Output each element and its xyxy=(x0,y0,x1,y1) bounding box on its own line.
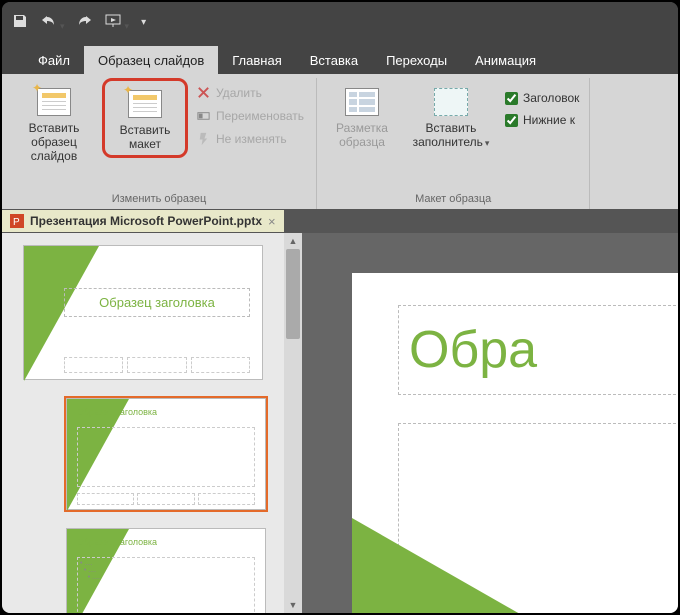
thumbnails-list[interactable]: Образец заголовка Образец заголовка Обра… xyxy=(2,233,284,613)
insert-layout-button[interactable]: ✦ Вставить макет xyxy=(106,82,184,154)
document-tab-bar: P Презентация Microsoft PowerPoint.pptx … xyxy=(2,209,678,233)
tab-insert[interactable]: Вставка xyxy=(296,46,372,74)
ribbon-tabs: Файл Образец слайдов Главная Вставка Пер… xyxy=(2,42,678,74)
present-from-start-icon[interactable]: ▾ xyxy=(105,13,130,32)
chevron-down-icon: ▾ xyxy=(485,138,490,148)
workspace: Образец заголовка Образец заголовка Обра… xyxy=(2,233,678,613)
tab-file[interactable]: Файл xyxy=(24,46,84,74)
scroll-down-icon[interactable]: ▼ xyxy=(284,597,302,613)
watermark: Public-PC.com xyxy=(554,584,664,605)
powerpoint-file-icon: P xyxy=(10,214,24,228)
tab-transitions[interactable]: Переходы xyxy=(372,46,461,74)
document-tab[interactable]: P Презентация Microsoft PowerPoint.pptx … xyxy=(2,210,284,232)
rename-label: Переименовать xyxy=(216,109,304,123)
delete-button[interactable]: Удалить xyxy=(190,82,310,103)
master-title-placeholder: Образец заголовка xyxy=(64,288,250,317)
footers-checkbox[interactable] xyxy=(505,114,518,127)
title-checkbox[interactable] xyxy=(505,92,518,105)
insert-placeholder-label: Вставить заполнитель▾ xyxy=(413,120,490,150)
tab-animations[interactable]: Анимация xyxy=(461,46,550,74)
insert-layout-label: Вставить макет xyxy=(120,122,171,152)
insert-placeholder-button[interactable]: Вставить заполнитель▾ xyxy=(403,80,499,152)
slide-title-placeholder[interactable]: Обра xyxy=(398,305,678,395)
master-layout-icon xyxy=(345,88,379,116)
undo-icon[interactable]: ▾ xyxy=(40,13,65,32)
tab-slide-master[interactable]: Образец слайдов xyxy=(84,46,218,74)
document-filename: Презентация Microsoft PowerPoint.pptx xyxy=(30,214,262,228)
close-document-icon[interactable]: × xyxy=(268,214,276,229)
delete-icon xyxy=(196,85,211,100)
master-slide-thumbnail[interactable]: Образец заголовка xyxy=(23,245,263,380)
tab-home[interactable]: Главная xyxy=(218,46,295,74)
group-edit-master: ✦ Вставить образец слайдов ✦ Вставить ма… xyxy=(2,78,317,209)
qat-more-icon[interactable]: ▾ xyxy=(141,17,146,28)
editing-slide[interactable]: Обра xyxy=(352,273,678,613)
layout-title-text: Образец заголовка xyxy=(77,537,157,547)
svg-text:P: P xyxy=(13,217,20,228)
group-edit-master-label: Изменить образец xyxy=(8,191,310,209)
title-checkbox-label: Заголовок xyxy=(523,91,579,105)
slide-master-icon: ✦ xyxy=(37,88,71,116)
slide-canvas[interactable]: Обра xyxy=(302,233,678,613)
scroll-up-icon[interactable]: ▲ xyxy=(284,233,302,249)
thumbnails-pane: Образец заголовка Образец заголовка Обра… xyxy=(2,233,302,613)
preserve-button[interactable]: Не изменять xyxy=(190,128,310,149)
save-icon[interactable] xyxy=(12,13,28,32)
footers-checkbox-label: Нижние к xyxy=(523,113,575,127)
insert-slide-master-button[interactable]: ✦ Вставить образец слайдов xyxy=(8,80,100,165)
layout-thumbnail-2[interactable]: Образец заголовка • .... • .... • .... xyxy=(66,528,266,613)
group-master-layout-label: Макет образца xyxy=(323,191,583,209)
redo-icon[interactable] xyxy=(77,13,93,32)
title-bar: ▾ ▾ ▾ xyxy=(2,2,678,42)
placeholder-icon xyxy=(434,88,468,116)
layout-title-text: Образец заголовка xyxy=(77,407,157,417)
ribbon: ✦ Вставить образец слайдов ✦ Вставить ма… xyxy=(2,74,678,209)
footers-checkbox-row[interactable]: Нижние к xyxy=(501,110,583,130)
scrollbar-thumb[interactable] xyxy=(286,249,300,339)
master-layout-button: Разметка образца xyxy=(323,80,401,152)
title-checkbox-row[interactable]: Заголовок xyxy=(501,88,583,108)
rename-button[interactable]: Переименовать xyxy=(190,105,310,126)
delete-label: Удалить xyxy=(216,86,262,100)
rename-icon xyxy=(196,108,211,123)
master-layout-label: Разметка образца xyxy=(336,120,388,150)
preserve-icon xyxy=(196,131,211,146)
highlight-marker: ✦ Вставить макет xyxy=(102,78,188,158)
layout-thumbnail-1[interactable]: Образец заголовка xyxy=(66,398,266,510)
insert-slide-master-label: Вставить образец слайдов xyxy=(10,120,98,163)
thumbnails-scrollbar[interactable]: ▲ ▼ xyxy=(284,233,302,613)
preserve-label: Не изменять xyxy=(216,132,287,146)
group-master-layout: Разметка образца Вставить заполнитель▾ З… xyxy=(317,78,590,209)
quick-access-toolbar: ▾ ▾ ▾ xyxy=(12,13,146,32)
layout-icon: ✦ xyxy=(128,90,162,118)
